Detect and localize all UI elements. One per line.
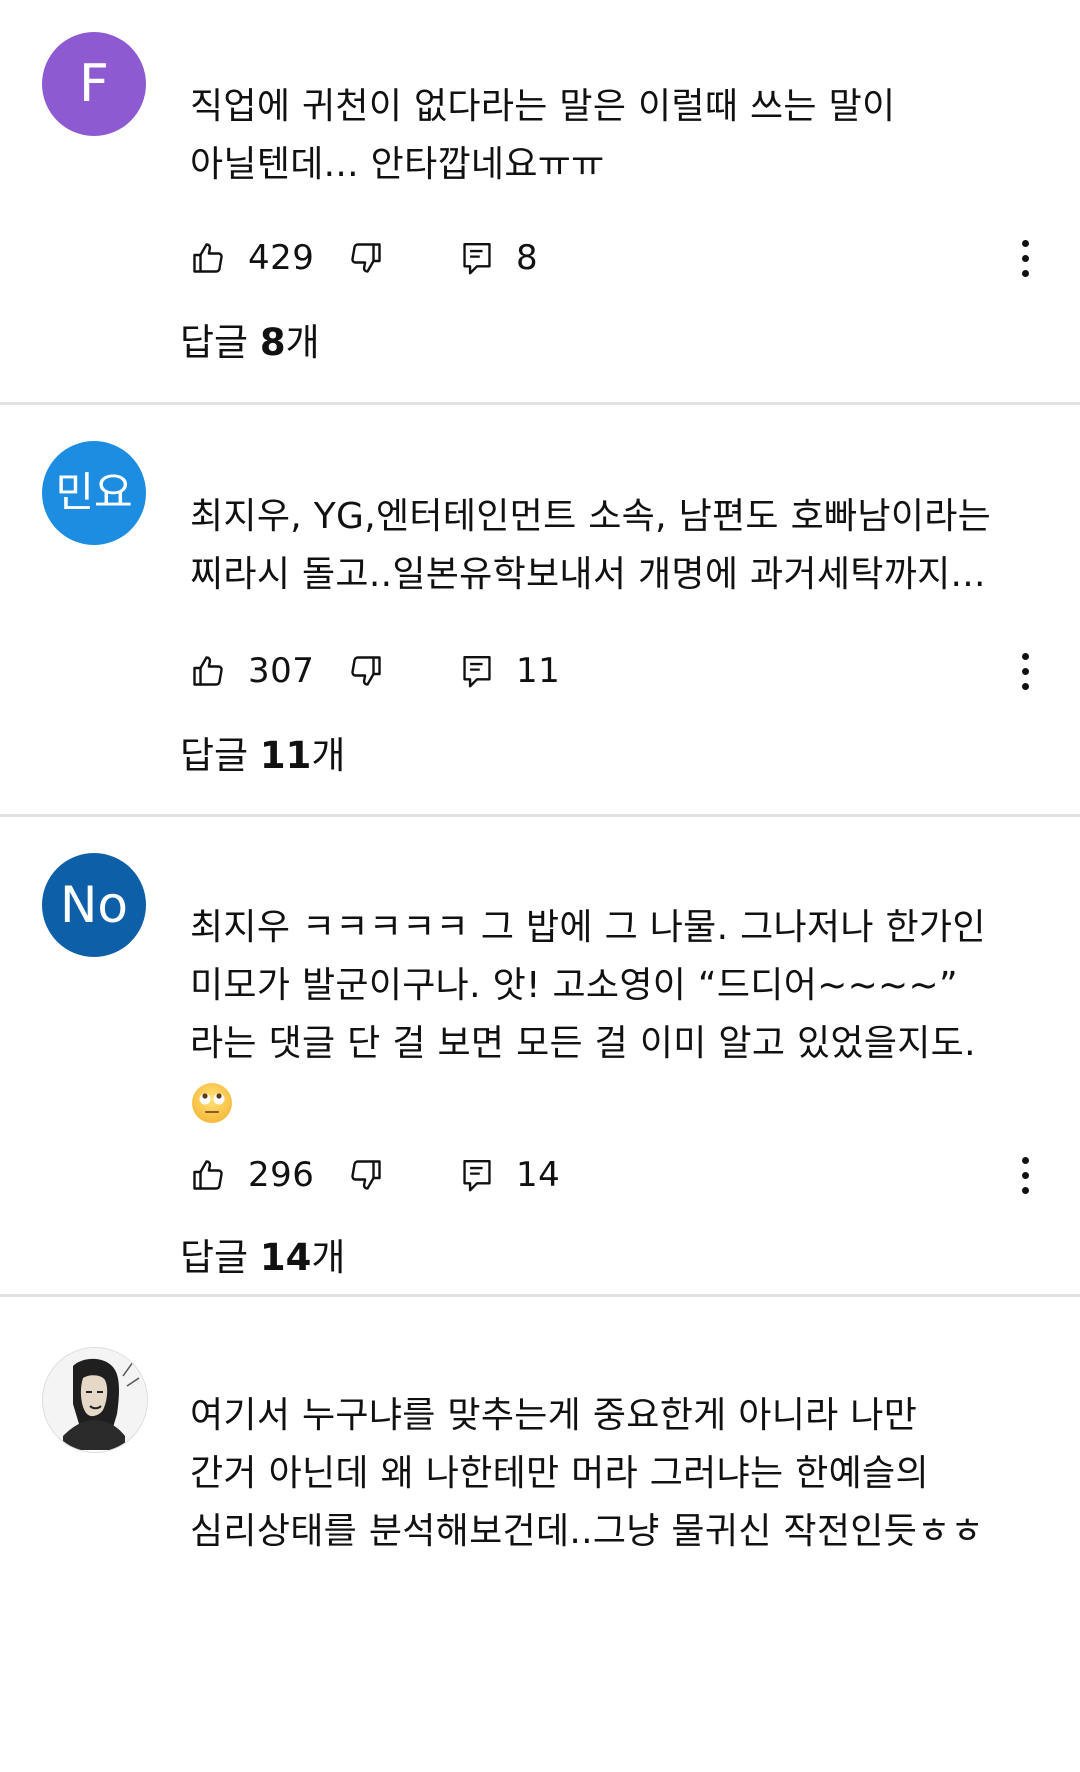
dislike-button[interactable] — [348, 641, 384, 701]
thumbs-up-icon — [190, 240, 226, 276]
thumbs-down-icon — [348, 240, 384, 276]
view-replies-button[interactable]: 답글 11개 — [180, 725, 345, 779]
replies-count: 8 — [259, 321, 286, 364]
view-replies-button[interactable]: 답글 14개 — [180, 1227, 345, 1281]
comment-reply-icon — [460, 1157, 494, 1193]
comment-text-line: 직업에 귀천이 없다라는 말은 이럴때 쓰는 말이 — [190, 86, 896, 127]
thumbs-down-icon — [348, 653, 384, 689]
emoji-line — [190, 1073, 1040, 1131]
comment-text-line: 최지우 ㅋㅋㅋㅋㅋ 그 밥에 그 나물. 그나저나 한가인 — [190, 907, 986, 948]
comment-item: 민요 최지우, YG,엔터테인먼트 소속, 남편도 호빠남이라는 찌라시 돌고.… — [0, 405, 1080, 817]
comment-reply-icon — [460, 653, 494, 689]
more-options-button[interactable] — [1010, 232, 1040, 284]
more-vertical-icon — [1021, 652, 1029, 660]
comment-text-line: 미모가 발군이구나. 앗! 고소영이 “드디어~~~~” — [190, 965, 958, 1006]
comment-text: 최지우, YG,엔터테인먼트 소속, 남편도 호빠남이라는 찌라시 돌고..일본… — [190, 488, 1040, 604]
reply-button[interactable]: 11 — [460, 641, 560, 701]
reply-count: 14 — [516, 1155, 561, 1195]
replies-label: 답글 — [180, 321, 260, 364]
comment-item: 여기서 누구냐를 맞추는게 중요한게 아니라 나만 간거 아닌데 왜 나한테만 … — [0, 1297, 1080, 1772]
more-options-button[interactable] — [1010, 1149, 1040, 1201]
more-dot — [1021, 1186, 1029, 1194]
like-button[interactable]: 429 — [190, 228, 314, 288]
more-vertical-icon — [1021, 239, 1029, 247]
like-button[interactable]: 296 — [190, 1145, 314, 1205]
dislike-button[interactable] — [348, 228, 384, 288]
comment-reply-icon — [460, 240, 494, 276]
comment-text-line: 최지우, YG,엔터테인먼트 소속, 남편도 호빠남이라는 — [190, 496, 992, 537]
like-count: 307 — [248, 651, 315, 691]
reply-count: 8 — [516, 238, 539, 278]
face-with-rolling-eyes-icon — [190, 1081, 234, 1125]
view-replies-button[interactable]: 답글 8개 — [180, 312, 320, 366]
replies-count: 14 — [259, 1236, 312, 1279]
replies-suffix: 개 — [285, 321, 320, 364]
avatar-initial: F — [79, 54, 109, 114]
comment-text: 직업에 귀천이 없다라는 말은 이럴때 쓰는 말이 아닐텐데... 안타깝네요ㅠ… — [190, 78, 1040, 194]
avatar[interactable]: F — [42, 32, 146, 136]
replies-count: 11 — [259, 734, 312, 777]
thumbs-up-icon — [190, 653, 226, 689]
like-count: 296 — [248, 1155, 315, 1195]
replies-label: 답글 — [180, 1236, 260, 1279]
thumbs-up-icon — [190, 1157, 226, 1193]
thumbs-down-icon — [348, 1157, 384, 1193]
reply-count: 11 — [516, 651, 561, 691]
dislike-button[interactable] — [348, 1145, 384, 1205]
reply-button[interactable]: 8 — [460, 228, 538, 288]
replies-label: 답글 — [180, 734, 260, 777]
avatar[interactable] — [42, 1347, 148, 1453]
more-dot — [1021, 667, 1029, 675]
avatar-initial: 민요 — [55, 468, 133, 517]
comment-text-line: 아닐텐데... 안타깝네요ㅠㅠ — [190, 144, 605, 185]
more-dot — [1021, 682, 1029, 690]
comment-actions: 296 14 — [190, 1145, 1050, 1205]
comment-item: F 직업에 귀천이 없다라는 말은 이럴때 쓰는 말이 아닐텐데... 안타깝네… — [0, 0, 1080, 405]
comment-text: 여기서 누구냐를 맞추는게 중요한게 아니라 나만 간거 아닌데 왜 나한테만 … — [190, 1387, 1040, 1561]
more-dot — [1021, 1171, 1029, 1179]
comment-text-line: 찌라시 돌고..일본유학보내서 개명에 과거세탁까지... — [190, 554, 986, 595]
more-dot — [1021, 269, 1029, 277]
avatar[interactable]: No — [42, 853, 146, 957]
more-options-button[interactable] — [1010, 645, 1040, 697]
comment-text-line: 라는 댓글 단 걸 보면 모든 걸 이미 알고 있었을지도. — [190, 1023, 976, 1064]
like-button[interactable]: 307 — [190, 641, 314, 701]
reply-button[interactable]: 14 — [460, 1145, 560, 1205]
like-count: 429 — [248, 238, 315, 278]
comment-actions: 429 8 — [190, 228, 1050, 288]
avatar[interactable]: 민요 — [42, 441, 146, 545]
comment-text: 최지우 ㅋㅋㅋㅋㅋ 그 밥에 그 나물. 그나저나 한가인 미모가 발군이구나.… — [190, 899, 1040, 1131]
comment-item: No 최지우 ㅋㅋㅋㅋㅋ 그 밥에 그 나물. 그나저나 한가인 미모가 발군이… — [0, 817, 1080, 1297]
comment-text-line: 여기서 누구냐를 맞추는게 중요한게 아니라 나만 — [190, 1395, 918, 1436]
comment-actions: 307 11 — [190, 641, 1050, 701]
comment-text-line: 간거 아닌데 왜 나한테만 머라 그러냐는 한예슬의 — [190, 1453, 929, 1494]
more-dot — [1021, 254, 1029, 262]
comment-text-line: 심리상태를 분석해보건데..그냥 물귀신 작전인듯ㅎㅎ — [190, 1511, 984, 1552]
replies-suffix: 개 — [311, 1236, 346, 1279]
avatar-initial: No — [60, 876, 128, 934]
sketch-portrait-icon — [43, 1348, 147, 1452]
replies-suffix: 개 — [311, 734, 346, 777]
more-vertical-icon — [1021, 1156, 1029, 1164]
